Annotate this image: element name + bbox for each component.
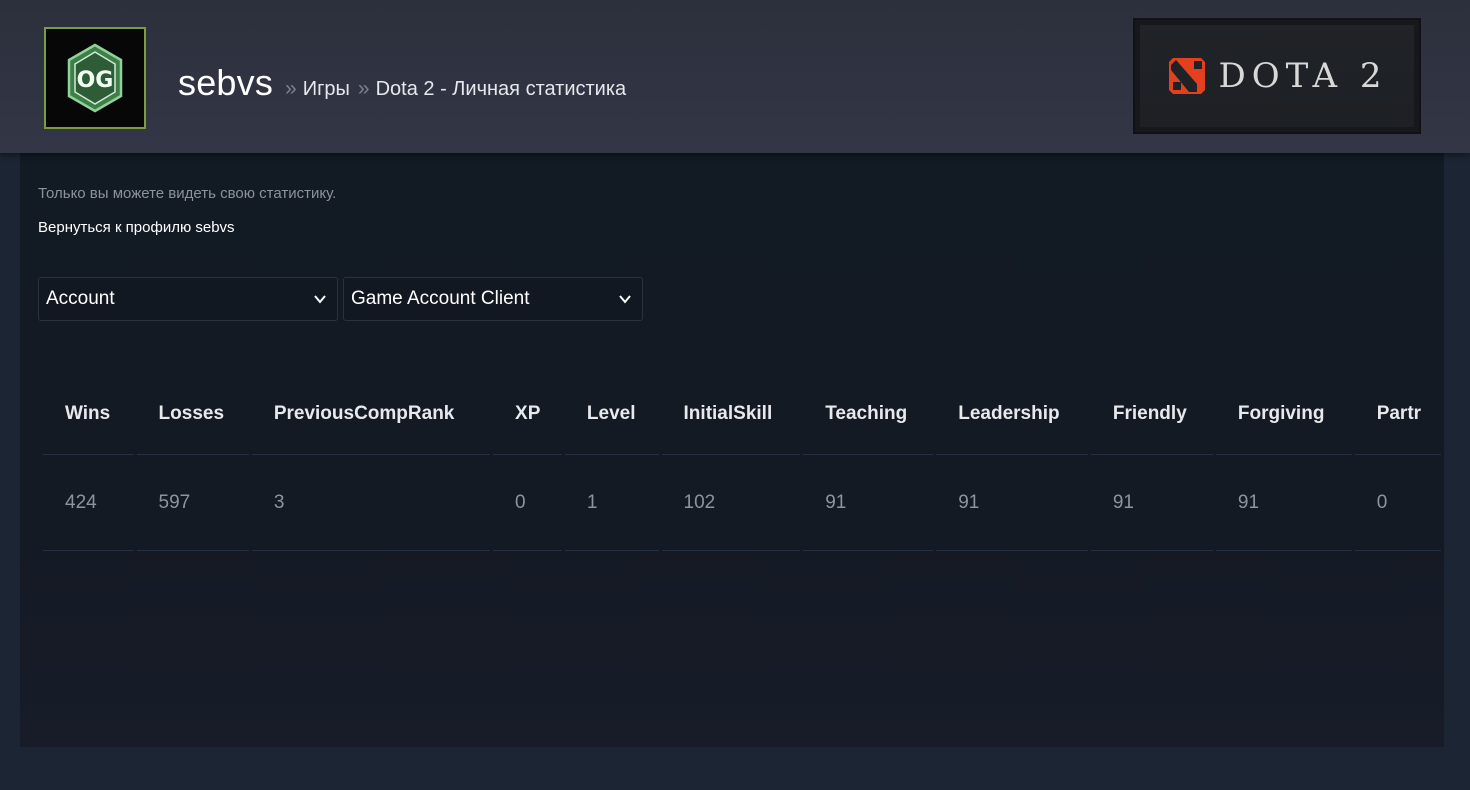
table-cell: 102	[661, 455, 801, 551]
stats-category-select[interactable]: Account	[38, 277, 338, 321]
table-cell: 3	[251, 455, 491, 551]
svg-text:OG: OG	[77, 68, 114, 93]
back-to-profile-link[interactable]: Вернуться к профилю sebvs	[38, 219, 235, 236]
column-header-initialskill: InitialSkill	[661, 373, 801, 455]
stats-source-value: Game Account Client	[351, 288, 530, 309]
column-header-losses: Losses	[136, 373, 249, 455]
table-cell: 91	[936, 455, 1088, 551]
table-cell: 597	[136, 455, 249, 551]
table-cell: 0	[493, 455, 562, 551]
breadcrumb-separator: »	[357, 77, 370, 100]
table-cell: 91	[1090, 455, 1213, 551]
stats-table: Wins Losses PreviousCompRank XP Level In…	[40, 373, 1444, 551]
profile-header: OG sebvs » Игры » Dota 2 - Личная статис…	[0, 0, 1470, 153]
breadcrumb-games-link[interactable]: Игры	[303, 78, 350, 101]
stats-category-value: Account	[46, 288, 115, 309]
table-cell: 424	[43, 455, 134, 551]
avatar[interactable]: OG	[44, 27, 146, 129]
game-logo-text: DOTA 2	[1218, 56, 1388, 96]
chevron-down-icon	[619, 295, 631, 304]
table-row: 424 597 3 0 1 102 91 91 91 91 0	[43, 455, 1441, 551]
persona-name[interactable]: sebvs	[178, 62, 273, 104]
game-logo-banner: DOTA 2	[1140, 25, 1414, 127]
column-header-xp: XP	[493, 373, 562, 455]
chevron-down-icon	[314, 295, 326, 304]
breadcrumb: sebvs » Игры » Dota 2 - Личная статистик…	[178, 62, 626, 104]
stats-source-select[interactable]: Game Account Client	[343, 277, 643, 321]
game-logo[interactable]: DOTA 2	[1133, 18, 1421, 134]
table-cell: 1	[564, 455, 659, 551]
breadcrumb-separator: »	[285, 77, 297, 100]
table-cell: 91	[803, 455, 934, 551]
column-header-friendly: Friendly	[1090, 373, 1213, 455]
og-team-logo-icon: OG	[67, 43, 123, 113]
column-header-level: Level	[564, 373, 659, 455]
breadcrumb-game-stats[interactable]: Dota 2 - Личная статистика	[376, 78, 627, 101]
column-header-partr: Partr	[1354, 373, 1441, 455]
column-header-wins: Wins	[43, 373, 134, 455]
dota2-logo-icon	[1168, 58, 1205, 94]
stats-table-container[interactable]: Wins Losses PreviousCompRank XP Level In…	[40, 373, 1444, 551]
table-cell: 0	[1354, 455, 1441, 551]
table-cell: 91	[1215, 455, 1352, 551]
column-header-teaching: Teaching	[803, 373, 934, 455]
column-header-previouscomprank: PreviousCompRank	[251, 373, 491, 455]
privacy-note: Только вы можете видеть свою статистику.	[38, 185, 337, 202]
column-header-forgiving: Forgiving	[1215, 373, 1352, 455]
stats-content: Только вы можете видеть свою статистику.…	[20, 153, 1444, 747]
column-header-leadership: Leadership	[936, 373, 1088, 455]
table-header-row: Wins Losses PreviousCompRank XP Level In…	[43, 373, 1441, 455]
